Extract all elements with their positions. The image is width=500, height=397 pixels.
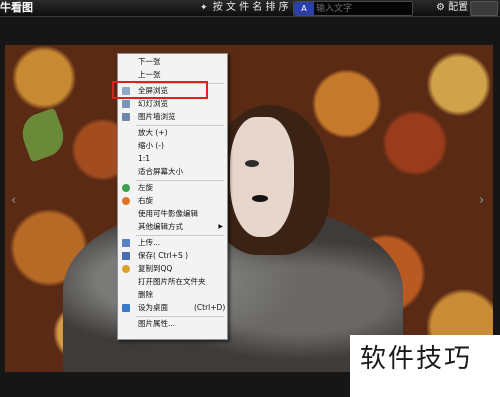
upload-icon	[122, 239, 130, 247]
search-input[interactable]	[316, 2, 408, 15]
menu-item-slideshow[interactable]: 幻灯浏览	[118, 98, 227, 110]
menu-item-zoom-out[interactable]: 缩小 (-)	[118, 140, 227, 152]
highlight-box	[112, 81, 208, 99]
menu-separator	[136, 235, 224, 236]
menu-item-delete[interactable]: 删除	[118, 289, 227, 301]
settings-button[interactable]: ⚙ 配置	[436, 0, 468, 16]
menu-item-zoom-in[interactable]: 放大 (+)	[118, 127, 227, 139]
menu-item-copy-to-qq[interactable]: 复制到QQ	[118, 263, 227, 275]
eye-shape	[245, 160, 259, 167]
lips-shape	[252, 195, 268, 202]
save-icon	[122, 252, 130, 260]
search-box[interactable]: A	[293, 1, 413, 16]
menu-item-rotate-right[interactable]: 右旋	[118, 195, 227, 207]
app-title: 牛看图	[0, 1, 33, 14]
leaf-shape	[16, 107, 70, 163]
sort-button[interactable]: ✦ 按 文 件 名 排 序	[200, 0, 289, 16]
desktop-icon	[122, 304, 130, 312]
menu-item-edit-with-keniu[interactable]: 使用可牛影像编辑	[118, 208, 227, 220]
photo-wall-icon	[122, 113, 130, 121]
top-toolbar: 牛看图 ✦ 按 文 件 名 排 序 A ⚙ 配置	[0, 0, 500, 17]
menu-item-properties[interactable]: 图片属性...	[118, 318, 227, 330]
menu-item-set-wallpaper[interactable]: 设为桌面 (Ctrl+D)	[118, 302, 227, 314]
image-viewer[interactable]: ‹ ›	[5, 45, 493, 372]
settings-label: 配置	[448, 2, 469, 13]
prev-image-icon[interactable]: ‹	[11, 193, 16, 208]
next-image-icon[interactable]: ›	[479, 193, 484, 208]
rotate-right-icon	[122, 197, 130, 205]
menu-item-photo-wall[interactable]: 图片墙浏览	[118, 111, 227, 123]
submenu-arrow-icon: ▶	[218, 223, 223, 230]
window-control-button[interactable]	[470, 1, 498, 16]
menu-separator	[136, 316, 224, 317]
menu-item-save[interactable]: 保存( Ctrl+S )	[118, 250, 227, 262]
sort-arrow-icon: ✦	[200, 3, 208, 13]
menu-item-fit-screen[interactable]: 适合屏幕大小	[118, 166, 227, 178]
menu-separator	[136, 125, 224, 126]
menu-item-previous[interactable]: 上一张	[118, 69, 227, 81]
search-mode-button[interactable]: A	[294, 2, 314, 15]
menu-item-actual-size[interactable]: 1:1	[118, 153, 227, 165]
menu-item-open-folder[interactable]: 打开图片所在文件夹	[118, 276, 227, 288]
menu-item-next[interactable]: 下一张	[118, 56, 227, 68]
rotate-left-icon	[122, 184, 130, 192]
menu-item-upload[interactable]: 上传...	[118, 237, 227, 249]
gear-icon: ⚙	[436, 2, 445, 13]
menu-item-rotate-left[interactable]: 左旋	[118, 182, 227, 194]
qq-icon	[122, 265, 130, 273]
watermark-text: 软件技巧	[360, 344, 473, 374]
sort-label: 按 文 件 名 排 序	[212, 2, 289, 13]
menu-item-other-editors[interactable]: 其他编辑方式 ▶	[118, 221, 227, 233]
slideshow-icon	[122, 100, 130, 108]
menu-separator	[136, 180, 224, 181]
face-shape	[230, 117, 294, 237]
